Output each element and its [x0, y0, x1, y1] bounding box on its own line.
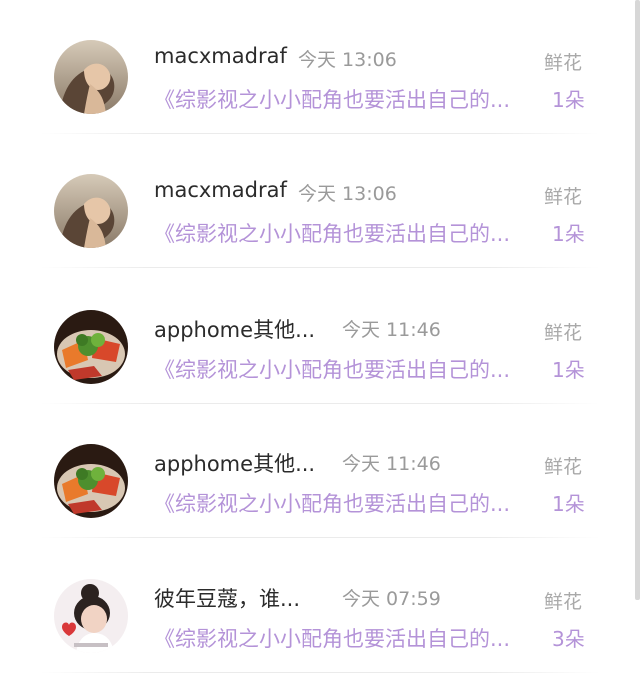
sender-name[interactable]: apphome其他... [154, 314, 315, 344]
gift-list: macxmadraf 今天 13:06 鲜花 《综影视之小小配角也要活出自己的.… [0, 0, 640, 673]
woman-profile-avatar[interactable] [54, 174, 128, 248]
scrollbar[interactable] [635, 0, 640, 600]
gift-time: 今天 11:46 [342, 453, 441, 475]
food-plate-avatar[interactable] [54, 444, 128, 518]
gift-count: 1朵 [552, 222, 585, 246]
sender-name[interactable]: macxmadraf [154, 178, 287, 202]
woman-profile-avatar[interactable] [54, 40, 128, 114]
gift-time: 今天 13:06 [298, 49, 397, 71]
gift-time: 今天 13:06 [298, 183, 397, 205]
gift-type-label: 鲜花 [544, 52, 583, 74]
gift-count: 1朵 [552, 88, 585, 112]
gift-row[interactable]: 彼年豆蔻，谁... 今天 07:59 鲜花 《综影视之小小配角也要活出自己的..… [0, 539, 640, 673]
work-title-link[interactable]: 《综影视之小小配角也要活出自己的... [154, 623, 510, 653]
sender-name[interactable]: apphome其他... [154, 448, 315, 478]
gift-row[interactable]: macxmadraf 今天 13:06 鲜花 《综影视之小小配角也要活出自己的.… [0, 0, 640, 134]
gift-time: 今天 07:59 [342, 588, 441, 610]
girl-bun-avatar[interactable] [54, 579, 128, 653]
gift-row[interactable]: macxmadraf 今天 13:06 鲜花 《综影视之小小配角也要活出自己的.… [0, 134, 640, 268]
gift-count: 1朵 [552, 358, 585, 382]
work-title-link[interactable]: 《综影视之小小配角也要活出自己的... [154, 218, 510, 248]
gift-type-label: 鲜花 [544, 322, 583, 344]
gift-count: 3朵 [552, 627, 585, 651]
gift-row[interactable]: apphome其他... 今天 11:46 鲜花 《综影视之小小配角也要活出自己… [0, 270, 640, 404]
work-title-link[interactable]: 《综影视之小小配角也要活出自己的... [154, 84, 510, 114]
sender-name[interactable]: macxmadraf [154, 44, 287, 68]
work-title-link[interactable]: 《综影视之小小配角也要活出自己的... [154, 488, 510, 518]
gift-type-label: 鲜花 [544, 456, 583, 478]
gift-count: 1朵 [552, 492, 585, 516]
sender-name[interactable]: 彼年豆蔻，谁... [154, 583, 300, 613]
gift-type-label: 鲜花 [544, 186, 583, 208]
gift-row[interactable]: apphome其他... 今天 11:46 鲜花 《综影视之小小配角也要活出自己… [0, 404, 640, 538]
row-divider [40, 537, 600, 538]
work-title-link[interactable]: 《综影视之小小配角也要活出自己的... [154, 354, 510, 384]
row-divider [40, 267, 600, 268]
gift-time: 今天 11:46 [342, 319, 441, 341]
food-plate-avatar[interactable] [54, 310, 128, 384]
gift-type-label: 鲜花 [544, 591, 583, 613]
